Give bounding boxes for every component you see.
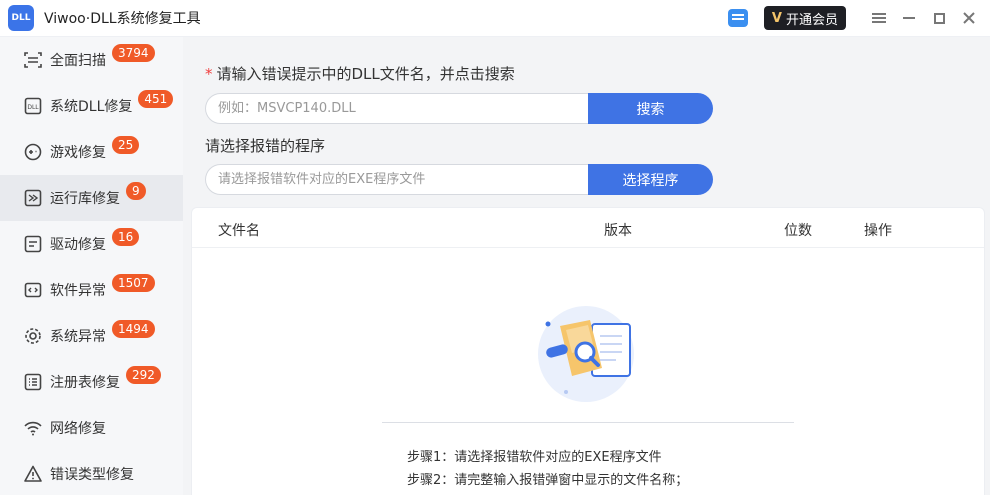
sidebar-item-label: 系统DLL修复 — [50, 99, 133, 115]
dll-search-input[interactable]: 例如：MSVCP140.DLL — [205, 93, 588, 124]
vip-mark: V — [771, 10, 782, 26]
sidebar-item-driver[interactable]: 驱动修复 16 — [0, 221, 183, 267]
wifi-icon — [22, 417, 44, 439]
results-panel: 文件名 版本 位数 操作 步骤1：请选择报错软件对应的EXE程序文件 步骤2：请… — [191, 207, 985, 495]
sidebar-item-label: 注册表修复 — [50, 375, 120, 391]
sidebar-item-label: 全面扫描 — [50, 53, 106, 69]
sidebar-item-label: 运行库修复 — [50, 191, 120, 207]
count-badge: 16 — [112, 228, 140, 246]
column-header-version: 版本 — [604, 223, 632, 239]
select-program-button[interactable]: 选择程序 — [588, 164, 713, 195]
exe-select-label: 请选择报错的程序 — [205, 137, 326, 155]
count-badge: 9 — [126, 182, 146, 200]
count-badge: 1507 — [112, 274, 155, 292]
empty-state-illustration-icon — [538, 306, 634, 402]
maximize-icon — [933, 12, 945, 24]
count-badge: 25 — [112, 136, 140, 154]
sidebar: 全面扫描 3794 DLL 系统DLL修复 451 游戏修复 25 运行库修复 … — [0, 37, 183, 495]
vip-button[interactable]: V 开通会员 — [763, 6, 846, 30]
sidebar-item-full-scan[interactable]: 全面扫描 3794 — [0, 37, 183, 83]
sidebar-item-label: 错误类型修复 — [50, 467, 134, 483]
exe-path-input[interactable]: 请选择报错软件对应的EXE程序文件 — [205, 164, 588, 195]
maximize-button[interactable] — [924, 0, 954, 37]
minimize-icon — [903, 17, 915, 19]
divider — [382, 422, 794, 423]
sidebar-item-error-type[interactable]: 错误类型修复 — [0, 451, 183, 495]
count-badge: 292 — [126, 366, 161, 384]
close-icon — [963, 12, 975, 24]
scan-icon — [22, 49, 44, 71]
count-badge: 1494 — [112, 320, 155, 338]
app-title: Viwoo·DLL系统修复工具 — [44, 11, 201, 27]
sidebar-item-registry[interactable]: 注册表修复 292 — [0, 359, 183, 405]
instruction-steps: 步骤1：请选择报错软件对应的EXE程序文件 步骤2：请完整输入报错弹窗中显示的文… — [407, 446, 688, 492]
sidebar-item-label: 游戏修复 — [50, 145, 106, 161]
main-content: * 请输入错误提示中的DLL文件名，并点击搜索 例如：MSVCP140.DLL 搜… — [183, 37, 990, 495]
sidebar-item-game[interactable]: 游戏修复 25 — [0, 129, 183, 175]
dll-icon: DLL — [22, 95, 44, 117]
dll-search-label: * 请输入错误提示中的DLL文件名，并点击搜索 — [205, 63, 515, 84]
sidebar-item-label: 软件异常 — [50, 283, 106, 299]
column-header-action: 操作 — [864, 223, 892, 239]
step-1: 步骤1：请选择报错软件对应的EXE程序文件 — [407, 450, 662, 465]
code-icon — [22, 279, 44, 301]
table-header: 文件名 版本 位数 操作 — [192, 208, 984, 248]
count-badge: 3794 — [112, 44, 155, 62]
close-button[interactable] — [954, 0, 984, 37]
list-icon — [22, 371, 44, 393]
title-bar: DLL Viwoo·DLL系统修复工具 V 开通会员 — [0, 0, 990, 37]
dll-search-row: 例如：MSVCP140.DLL 搜索 — [205, 93, 713, 124]
warning-icon — [22, 463, 44, 485]
menu-icon — [872, 13, 886, 23]
sidebar-item-system-dll[interactable]: DLL 系统DLL修复 451 — [0, 83, 183, 129]
sidebar-item-software[interactable]: 软件异常 1507 — [0, 267, 183, 313]
driver-icon — [22, 233, 44, 255]
sidebar-item-label: 系统异常 — [50, 329, 106, 345]
search-button[interactable]: 搜索 — [588, 93, 713, 124]
sidebar-item-label: 网络修复 — [50, 421, 106, 437]
step-2: 步骤2：请完整输入报错弹窗中显示的文件名称； — [407, 473, 689, 488]
chat-icon[interactable] — [727, 9, 748, 27]
menu-button[interactable] — [864, 0, 894, 37]
vip-label: 开通会员 — [785, 12, 838, 28]
required-mark: * — [205, 65, 213, 83]
count-badge: 451 — [138, 90, 174, 108]
app-logo-icon: DLL — [8, 5, 34, 31]
minimize-button[interactable] — [894, 0, 924, 37]
exe-select-row: 请选择报错软件对应的EXE程序文件 选择程序 — [205, 164, 713, 195]
column-header-filename: 文件名 — [218, 223, 260, 239]
game-icon — [22, 141, 44, 163]
sidebar-item-runtime[interactable]: 运行库修复 9 — [0, 175, 183, 221]
gear-icon — [22, 325, 44, 347]
column-header-bits: 位数 — [784, 223, 812, 239]
runtime-icon — [22, 187, 44, 209]
svg-text:DLL: DLL — [27, 104, 39, 111]
dll-search-label-text: 请输入错误提示中的DLL文件名，并点击搜索 — [216, 65, 515, 83]
sidebar-item-network[interactable]: 网络修复 — [0, 405, 183, 451]
sidebar-item-system[interactable]: 系统异常 1494 — [0, 313, 183, 359]
sidebar-item-label: 驱动修复 — [50, 237, 106, 253]
